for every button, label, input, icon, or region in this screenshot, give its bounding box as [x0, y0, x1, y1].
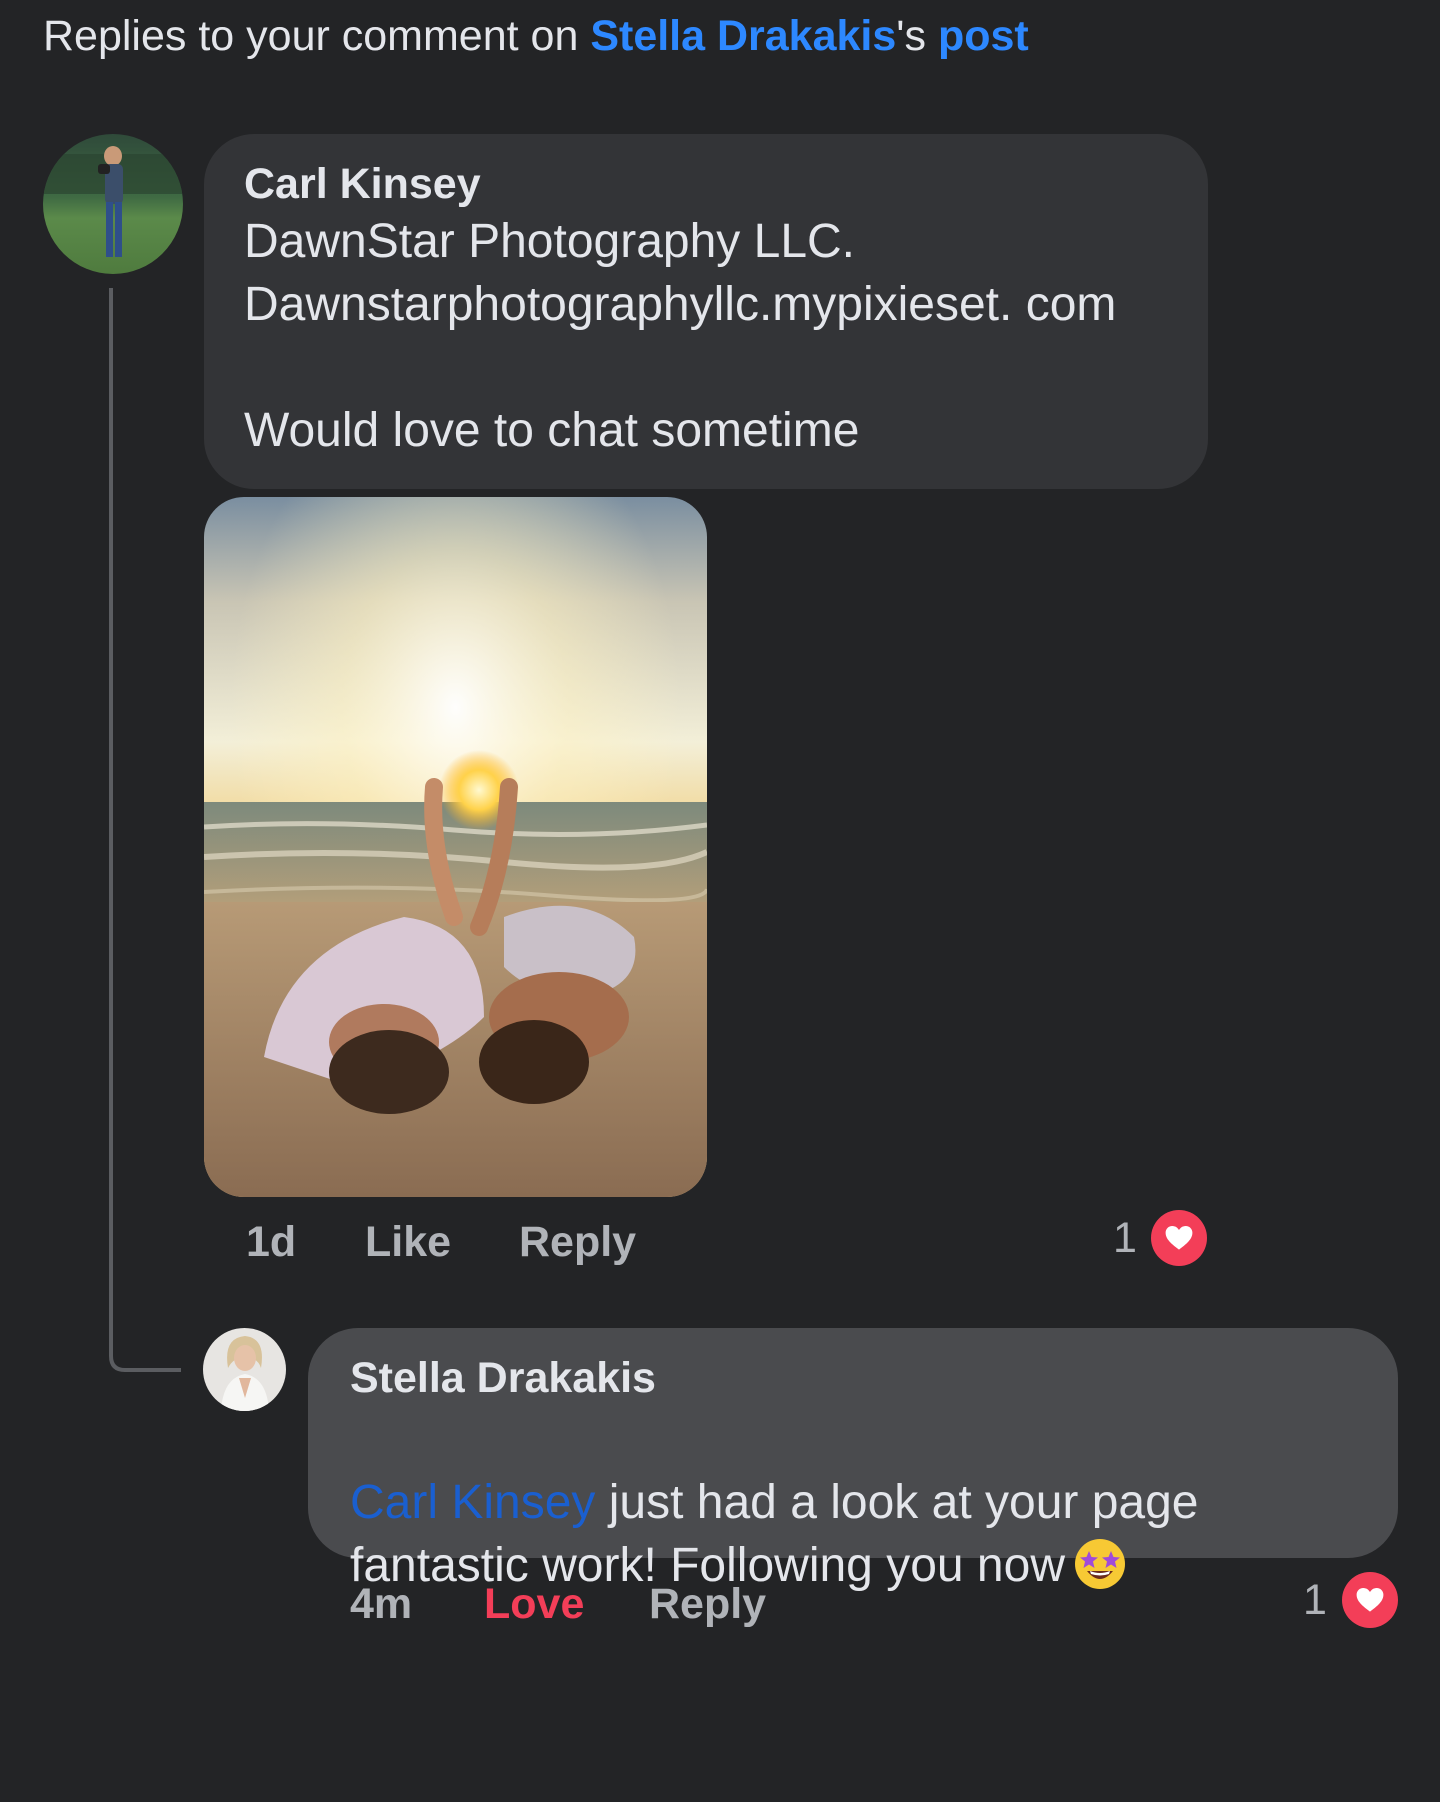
- reply-bubble: Stella Drakakis Carl Kinsey just had a l…: [308, 1328, 1398, 1592]
- like-button[interactable]: Like: [365, 1218, 451, 1267]
- star-struck-emoji: [1074, 1539, 1125, 1589]
- comment-text: Carl Kinsey just had a look at your page…: [350, 1408, 1356, 1597]
- comment-text: DawnStar Photography LLC. Dawnstarphotog…: [244, 215, 1117, 457]
- avatar[interactable]: [203, 1328, 286, 1411]
- comment-timestamp: 4m: [350, 1580, 413, 1628]
- reply-button[interactable]: Reply: [519, 1218, 636, 1267]
- comment-author[interactable]: Carl Kinsey: [244, 158, 1168, 210]
- avatar-photo-stella: [203, 1328, 286, 1411]
- thread-connector: [109, 0, 185, 84]
- heart-icon[interactable]: [1151, 1210, 1207, 1266]
- reaction-count[interactable]: 1: [1113, 1214, 1137, 1263]
- post-author-link[interactable]: Stella Drakakis: [590, 12, 896, 60]
- comment-bubble: Carl Kinsey DawnStar Photography LLC. Da…: [204, 134, 1208, 489]
- avatar[interactable]: [43, 134, 183, 274]
- love-button[interactable]: Love: [484, 1580, 584, 1629]
- mention-link[interactable]: Carl Kinsey: [350, 1476, 595, 1529]
- avatar-photo-carl: [43, 134, 183, 274]
- beach-couple-photo: [204, 497, 707, 1197]
- notification-header: Replies to your comment on Stella Drakak…: [43, 12, 1029, 61]
- comment-author[interactable]: Stella Drakakis: [350, 1352, 1356, 1404]
- heart-icon[interactable]: [1342, 1572, 1398, 1628]
- header-possessive: 's: [896, 12, 938, 60]
- reaction-count[interactable]: 1: [1303, 1576, 1327, 1625]
- thread-connector-line: [109, 288, 181, 1372]
- post-link[interactable]: post: [938, 12, 1029, 60]
- comment-timestamp: 1d: [246, 1218, 297, 1266]
- comment-photo[interactable]: [204, 497, 707, 1197]
- reply-button[interactable]: Reply: [649, 1580, 766, 1629]
